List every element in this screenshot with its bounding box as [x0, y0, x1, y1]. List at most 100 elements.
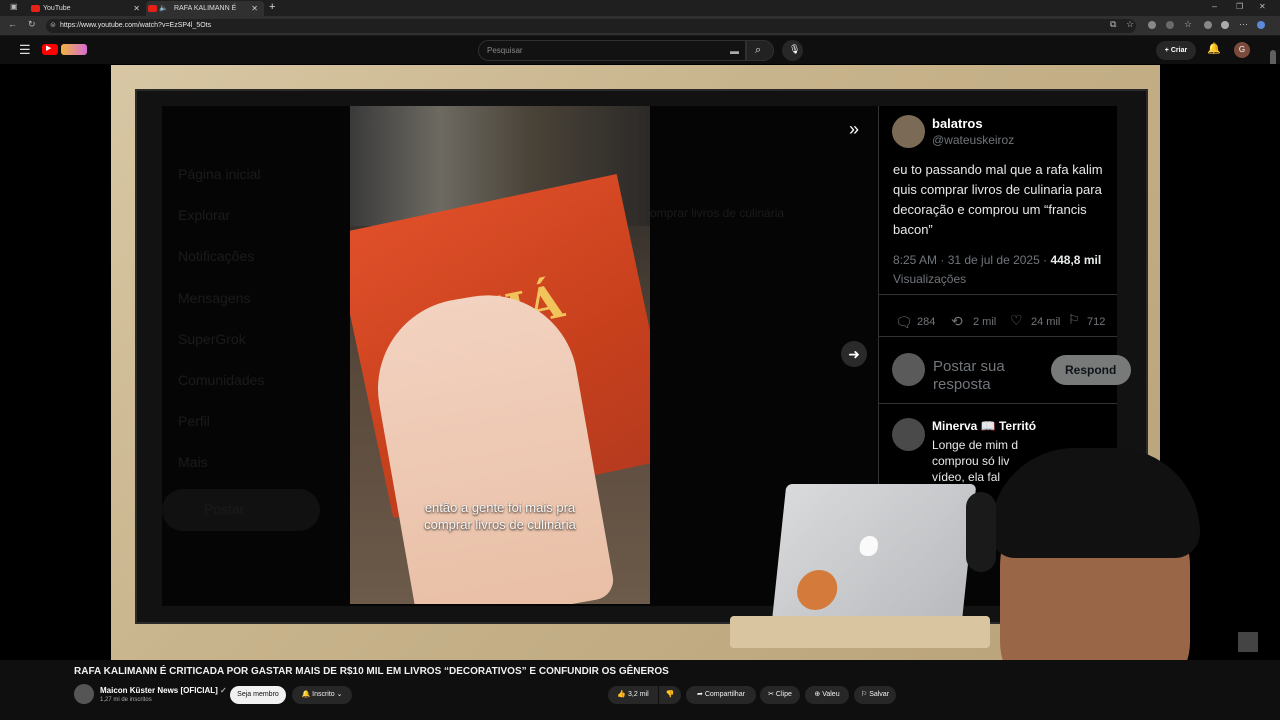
profile-icon[interactable] [1221, 21, 1229, 29]
voice-search-button[interactable]: 🎙 [782, 40, 803, 61]
youtube-favicon-icon [31, 5, 40, 12]
join-button[interactable]: Seja membro [230, 686, 286, 704]
like-icon[interactable]: ♡ [1010, 312, 1023, 329]
dislike-button[interactable]: 👎 [659, 686, 681, 704]
account-avatar[interactable]: G [1234, 42, 1250, 58]
channel-name[interactable]: Maicon Küster News [OFICIAL] ✓ [100, 686, 227, 695]
next-arrow-icon[interactable]: ➜ [841, 341, 867, 367]
youtube-header: ☰ ▶ Pesquisar ▬ ⌕ 🎙 + Criar 🔔 G [0, 36, 1280, 64]
search-icon: ⌕ [755, 44, 762, 56]
expand-icon[interactable]: » [841, 116, 867, 142]
like-count: 3,2 mil [628, 691, 649, 698]
subscriber-count: 1,27 mi de inscritos [100, 697, 152, 703]
bell-icon: 🔔 [301, 691, 313, 698]
subscribed-label: Inscrito [312, 691, 335, 698]
tweet-views-label: Visualizações [893, 272, 967, 286]
reload-icon[interactable]: ↻ [28, 19, 36, 30]
reply-icon[interactable]: 🗨 [895, 314, 913, 331]
close-tab-icon[interactable]: ✕ [251, 1, 258, 16]
url-field[interactable]: ⊜ https://www.youtube.com/watch?v=EzSP4l… [46, 19, 1136, 33]
ghost-menu-item: Mais [178, 454, 208, 470]
share-button[interactable]: ➦ Compartilhar [686, 686, 756, 704]
like-count: 24 mil [1031, 316, 1061, 328]
audio-icon[interactable]: 🔈 [159, 1, 168, 16]
extension-icon[interactable] [1148, 21, 1156, 29]
save-label: Salvar [869, 691, 890, 698]
extension-icon[interactable] [1166, 21, 1174, 29]
video-player[interactable]: Página inicial Explorar Notificações Men… [0, 64, 1280, 660]
tab-search-icon[interactable]: ▣ [10, 2, 18, 11]
tweet-avatar [892, 115, 925, 148]
tweet-photo: CHÁ então a gente foi mais pra comprar l… [350, 106, 650, 604]
search-placeholder: Pesquisar [487, 46, 523, 55]
divider [879, 403, 1117, 404]
scissors-icon: ✂ [768, 691, 776, 698]
tab-video[interactable]: 🔈 RAFA KALIMANN É CRITICA ✕ [146, 1, 264, 27]
search-input[interactable]: Pesquisar ▬ [478, 40, 746, 61]
extension-icon[interactable] [1204, 21, 1212, 29]
ghost-menu-item: Página inicial [178, 166, 261, 182]
hamburger-menu-icon[interactable]: ☰ [19, 42, 31, 58]
reply-placeholder: resposta [933, 376, 991, 392]
ghost-post-label: Postar [204, 501, 245, 517]
ghost-menu-item: Mensagens [178, 290, 251, 306]
reply-input[interactable]: Postar sua resposta [933, 358, 1005, 392]
subscribed-button[interactable]: 🔔 Inscrito ⌄ [292, 686, 352, 704]
url-text: https://www.youtube.com/watch?v=EzSP4l_5… [60, 22, 212, 29]
minimize-icon[interactable]: – [1212, 1, 1217, 11]
create-button[interactable]: + Criar [1156, 41, 1196, 60]
sticker [795, 570, 840, 610]
close-tab-icon[interactable]: ✕ [133, 1, 140, 16]
favorites-icon[interactable]: ☆ [1184, 19, 1192, 30]
address-bar: ← ↻ ⊜ https://www.youtube.com/watch?v=Ez… [0, 16, 1280, 36]
like-button[interactable]: 👍 3,2 mil [608, 686, 658, 704]
channel-avatar[interactable] [74, 684, 94, 704]
site-info-icon[interactable]: ⊜ [50, 19, 56, 33]
bookmark-star-icon[interactable]: ☆ [1126, 19, 1134, 30]
create-label: Criar [1170, 47, 1188, 54]
divider [879, 336, 1117, 337]
tweet-views-count: 448,8 mil [1050, 253, 1102, 267]
browser-tab-strip: ▣ YouTube ✕ 🔈 RAFA KALIMANN É CRITICA ✕ … [0, 0, 1280, 27]
ghost-menu-item: Explorar [178, 207, 231, 223]
clip-label: Clipe [775, 691, 792, 698]
caption-line: comprar livros de culinária [424, 517, 576, 532]
thumbs-up-icon: 👍 [617, 691, 629, 698]
notifications-bell-icon[interactable]: 🔔 [1207, 42, 1221, 55]
channel-name-text: Maicon Küster News [OFICIAL] [100, 686, 218, 695]
reply-placeholder: Postar sua [933, 358, 1005, 375]
repost-icon[interactable]: ⟲ [951, 313, 963, 330]
apple-logo-icon [858, 536, 879, 556]
share-icon: ➦ [697, 691, 705, 698]
bookmark-icon[interactable]: ⚐ [1068, 312, 1080, 328]
keyboard-icon[interactable]: ▬ [730, 41, 739, 61]
doodle-logo[interactable] [61, 44, 87, 55]
ghost-menu-item: Notificações [178, 248, 255, 264]
avatar-initial: G [1238, 45, 1246, 54]
headphones [966, 492, 996, 572]
reply-count: 284 [917, 316, 936, 328]
video-title: RAFA KALIMANN É CRITICADA POR GASTAR MAI… [74, 666, 669, 677]
repost-count: 2 mil [973, 316, 997, 328]
save-button[interactable]: ⚐ Salvar [854, 686, 896, 704]
restore-icon[interactable]: ❐ [1236, 2, 1243, 11]
reply-button[interactable]: Respond [1051, 355, 1131, 385]
clip-button[interactable]: ✂ Clipe [760, 686, 800, 704]
new-tab-icon[interactable]: + [269, 1, 275, 13]
play-icon: ▶ [46, 45, 52, 52]
thanks-label: Valeu [822, 691, 840, 698]
install-icon[interactable]: ⧉ [1110, 19, 1116, 30]
close-window-icon[interactable]: ✕ [1259, 2, 1266, 11]
tab-youtube[interactable]: YouTube ✕ [24, 1, 146, 16]
comment-author: Minerva 📖 Territó [932, 419, 1037, 433]
search-button[interactable]: ⌕ [746, 40, 774, 61]
copilot-icon[interactable] [1257, 21, 1265, 29]
ghost-post-button: Postar [162, 489, 320, 531]
microphone-icon: 🎙 [789, 44, 801, 54]
chevron-down-icon: ⌄ [334, 691, 343, 698]
thanks-button[interactable]: ⊕ Valeu [805, 686, 849, 704]
streamer [930, 432, 1260, 660]
back-icon[interactable]: ← [8, 19, 17, 29]
bookmark-count: 712 [1087, 316, 1106, 328]
menu-dots-icon[interactable]: ⋯ [1239, 19, 1248, 30]
